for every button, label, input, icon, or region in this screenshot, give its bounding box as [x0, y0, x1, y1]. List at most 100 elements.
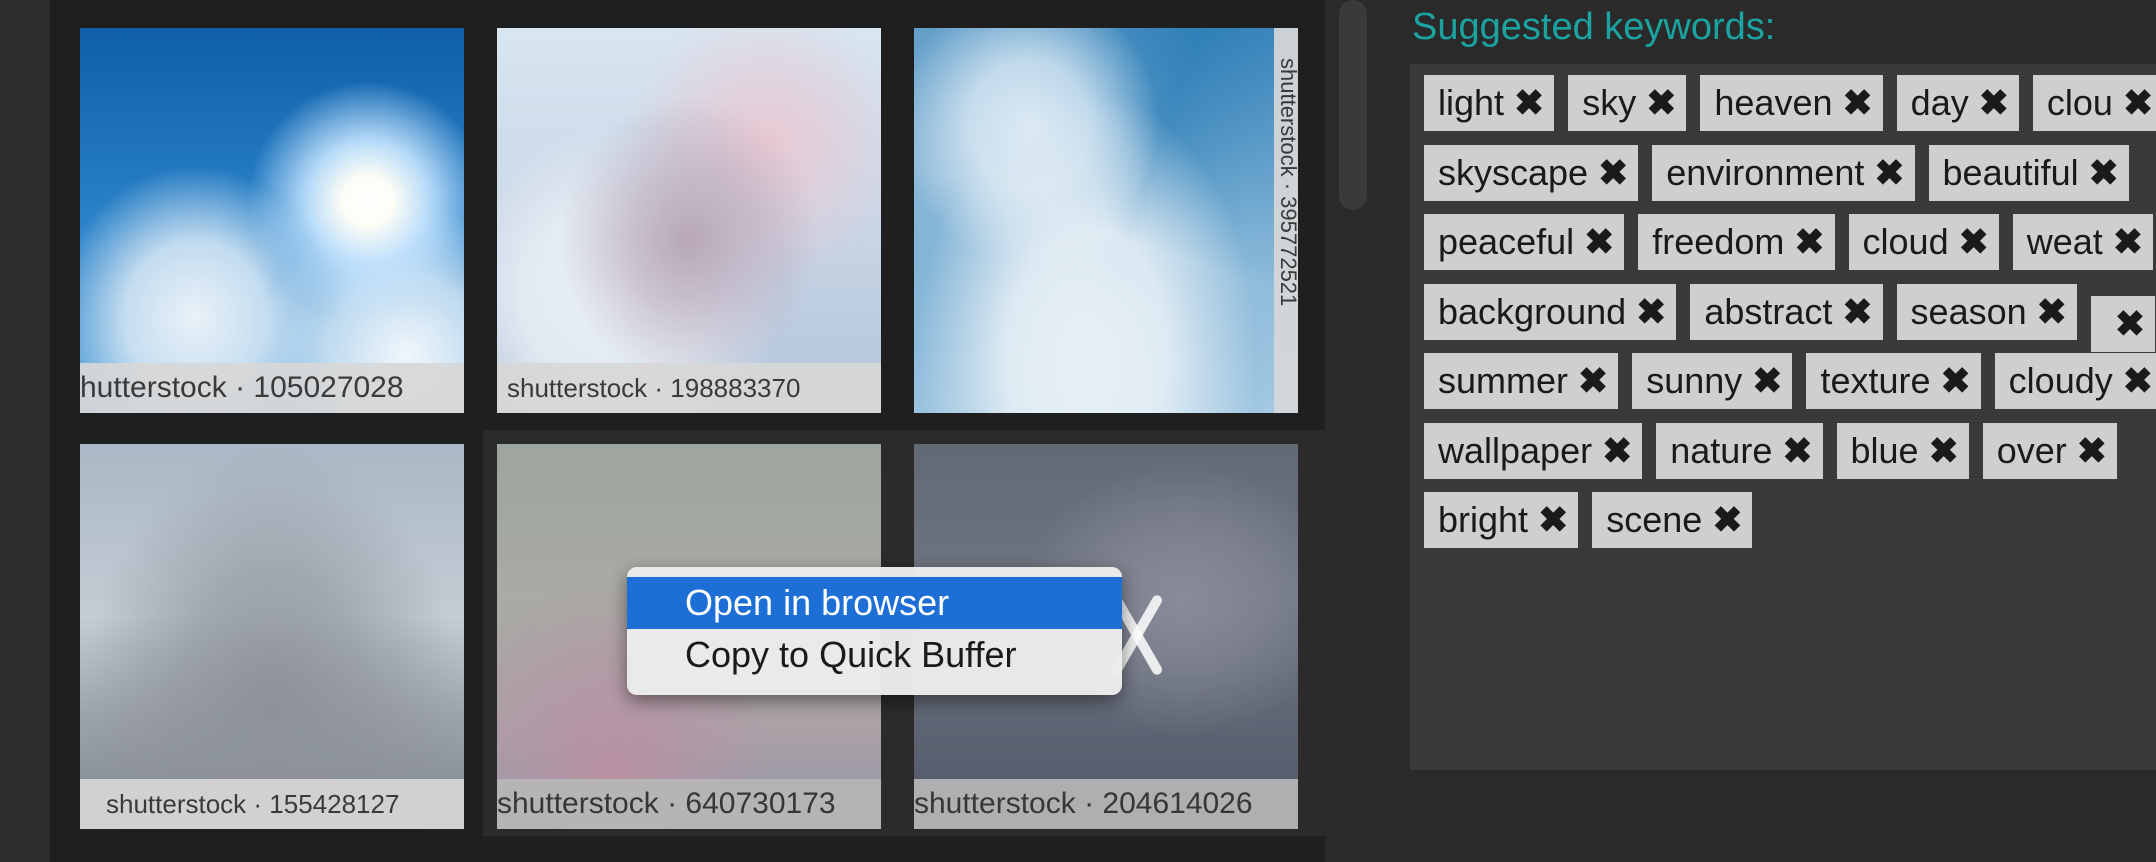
- keyword-chip[interactable]: ✖: [2090, 296, 2155, 352]
- close-icon[interactable]: ✖: [1874, 155, 1904, 191]
- close-icon[interactable]: ✖: [1584, 224, 1614, 260]
- keyword-chip[interactable]: cloudy ✖: [1994, 353, 2156, 409]
- close-icon[interactable]: ✖: [1646, 85, 1676, 121]
- keyword-chip[interactable]: blue ✖: [1836, 423, 1969, 479]
- keyword-label: background: [1438, 291, 1627, 332]
- watermark-credit: shutterstock · 640730173: [497, 779, 881, 829]
- keyword-chip[interactable]: bright ✖: [1424, 492, 1579, 548]
- keyword-chip[interactable]: sunny ✖: [1632, 353, 1793, 409]
- keyword-label: beautiful: [1942, 152, 2079, 193]
- close-icon[interactable]: ✖: [1843, 85, 1873, 121]
- thumbnail-image: [914, 28, 1298, 413]
- keyword-label: cloudy: [2008, 360, 2113, 401]
- close-icon[interactable]: ✖: [1842, 294, 1872, 330]
- keyword-chip[interactable]: freedom ✖: [1638, 214, 1835, 270]
- keyword-chip[interactable]: clou ✖: [2032, 75, 2156, 131]
- keyword-label: weat: [2026, 221, 2103, 262]
- image-tile[interactable]: hutterstock · 105027028: [80, 28, 464, 413]
- keyword-row: wallpaper ✖ nature ✖ blue ✖ over ✖: [1424, 423, 2131, 479]
- close-icon[interactable]: ✖: [2037, 294, 2067, 330]
- keyword-label: sky: [1582, 82, 1637, 123]
- keyword-label: scene: [1606, 499, 1703, 540]
- keywords-panel: Suggested keywords: light ✖ sky ✖ heaven ✖ day…: [1367, 0, 2156, 862]
- keyword-label: environment: [1666, 152, 1865, 193]
- close-icon[interactable]: ✖: [1578, 363, 1608, 399]
- close-icon[interactable]: ✖: [1752, 363, 1782, 399]
- keyword-chip[interactable]: environment ✖: [1652, 145, 1915, 201]
- close-icon[interactable]: ✖: [1941, 363, 1971, 399]
- keyword-chip[interactable]: texture ✖: [1806, 353, 1981, 409]
- keyword-chip[interactable]: scene ✖: [1592, 492, 1753, 548]
- watermark-credit: shutterstock · 155428127: [80, 779, 464, 829]
- keyword-chip[interactable]: sky ✖: [1568, 75, 1687, 131]
- keyword-label: peaceful: [1438, 221, 1575, 262]
- thumbnail-image: [80, 444, 464, 829]
- keyword-label: bright: [1438, 499, 1529, 540]
- thumbnail-image: [80, 28, 464, 413]
- close-icon[interactable]: ✖: [1929, 433, 1959, 469]
- context-menu: Open in browser Copy to Quick Buffer: [627, 567, 1122, 695]
- close-icon[interactable]: ✖: [1636, 294, 1666, 330]
- close-icon[interactable]: ✖: [1602, 433, 1632, 469]
- app-window: hutterstock · 105027028 shutterstock · 1…: [0, 0, 2156, 862]
- keyword-label: texture: [1820, 360, 1931, 401]
- image-tile[interactable]: shutterstock · 155428127: [80, 444, 464, 829]
- watermark-credit: hutterstock · 105027028: [80, 363, 464, 413]
- close-icon[interactable]: ✖: [1959, 224, 1989, 260]
- keywords-box: light ✖ sky ✖ heaven ✖ day ✖ clou ✖ skyscape ✖ envir…: [1410, 64, 2156, 770]
- keyword-label: summer: [1438, 360, 1569, 401]
- menu-item-open-in-browser[interactable]: Open in browser: [627, 577, 1122, 629]
- keyword-chip[interactable]: skyscape ✖: [1424, 145, 1639, 201]
- keyword-chip[interactable]: season ✖: [1896, 284, 2077, 340]
- menu-item-copy-to-quick-buffer[interactable]: Copy to Quick Buffer: [627, 629, 1122, 681]
- watermark-credit: shutterstock · 204614026: [914, 779, 1298, 829]
- keyword-row: background ✖ abstract ✖ season ✖ ✖: [1424, 284, 2156, 352]
- close-icon[interactable]: ✖: [1979, 85, 2009, 121]
- image-tile[interactable]: shutterstock · 198883370: [497, 28, 881, 413]
- close-icon[interactable]: ✖: [1782, 433, 1812, 469]
- close-icon[interactable]: ✖: [1538, 502, 1568, 538]
- keyword-label: nature: [1670, 430, 1773, 471]
- keyword-chip[interactable]: day ✖: [1896, 75, 2019, 131]
- image-grid: hutterstock · 105027028 shutterstock · 1…: [50, 0, 1373, 862]
- keyword-chip[interactable]: heaven ✖: [1700, 75, 1883, 131]
- watermark-credit: shutterstock · 198883370: [497, 363, 881, 413]
- keyword-row: peaceful ✖ freedom ✖ cloud ✖ weat ✖: [1424, 214, 2156, 270]
- watermark-credit: shutterstock · 395772521: [1276, 58, 1298, 307]
- keyword-chip[interactable]: over ✖: [1982, 423, 2117, 479]
- close-icon[interactable]: ✖: [1598, 155, 1628, 191]
- left-gutter: [0, 0, 50, 862]
- close-icon[interactable]: ✖: [2123, 363, 2153, 399]
- keyword-chip[interactable]: light ✖: [1424, 75, 1555, 131]
- keyword-chip[interactable]: abstract ✖: [1690, 284, 1883, 340]
- close-icon[interactable]: ✖: [1794, 224, 1824, 260]
- keyword-label: blue: [1850, 430, 1919, 471]
- keyword-chip[interactable]: cloud ✖: [1848, 214, 1999, 270]
- close-icon[interactable]: ✖: [1712, 502, 1742, 538]
- watermark-credit-vertical: shutterstock · 395772521: [1274, 28, 1298, 413]
- keyword-chip[interactable]: summer ✖: [1424, 353, 1619, 409]
- close-icon[interactable]: ✖: [2115, 306, 2145, 342]
- keyword-row: light ✖ sky ✖ heaven ✖ day ✖ clou ✖: [1424, 75, 2156, 131]
- keyword-chip[interactable]: nature ✖: [1656, 423, 1823, 479]
- keyword-chip[interactable]: peaceful ✖: [1424, 214, 1625, 270]
- keyword-label: over: [1996, 430, 2067, 471]
- keyword-label: freedom: [1652, 221, 1785, 262]
- panel-title: Suggested keywords:: [1412, 6, 1776, 48]
- keyword-chip[interactable]: beautiful ✖: [1928, 145, 2129, 201]
- keyword-label: sunny: [1646, 360, 1743, 401]
- close-icon[interactable]: ✖: [1514, 85, 1544, 121]
- close-icon[interactable]: ✖: [2123, 85, 2153, 121]
- close-icon[interactable]: ✖: [2113, 224, 2143, 260]
- keyword-chip[interactable]: wallpaper ✖: [1424, 423, 1643, 479]
- image-tile[interactable]: shutterstock · 395772521: [914, 28, 1298, 413]
- close-icon[interactable]: ✖: [2077, 433, 2107, 469]
- keyword-chip[interactable]: weat ✖: [2012, 214, 2153, 270]
- keyword-chip[interactable]: background ✖: [1424, 284, 1677, 340]
- keyword-row: summer ✖ sunny ✖ texture ✖ cloudy ✖: [1424, 353, 2156, 409]
- keyword-label: cloud: [1862, 221, 1949, 262]
- close-icon[interactable]: ✖: [2089, 155, 2119, 191]
- scrollbar-thumb[interactable]: [1339, 0, 1367, 210]
- keyword-label: abstract: [1704, 291, 1833, 332]
- keyword-row: skyscape ✖ environment ✖ beautiful ✖: [1424, 145, 2143, 201]
